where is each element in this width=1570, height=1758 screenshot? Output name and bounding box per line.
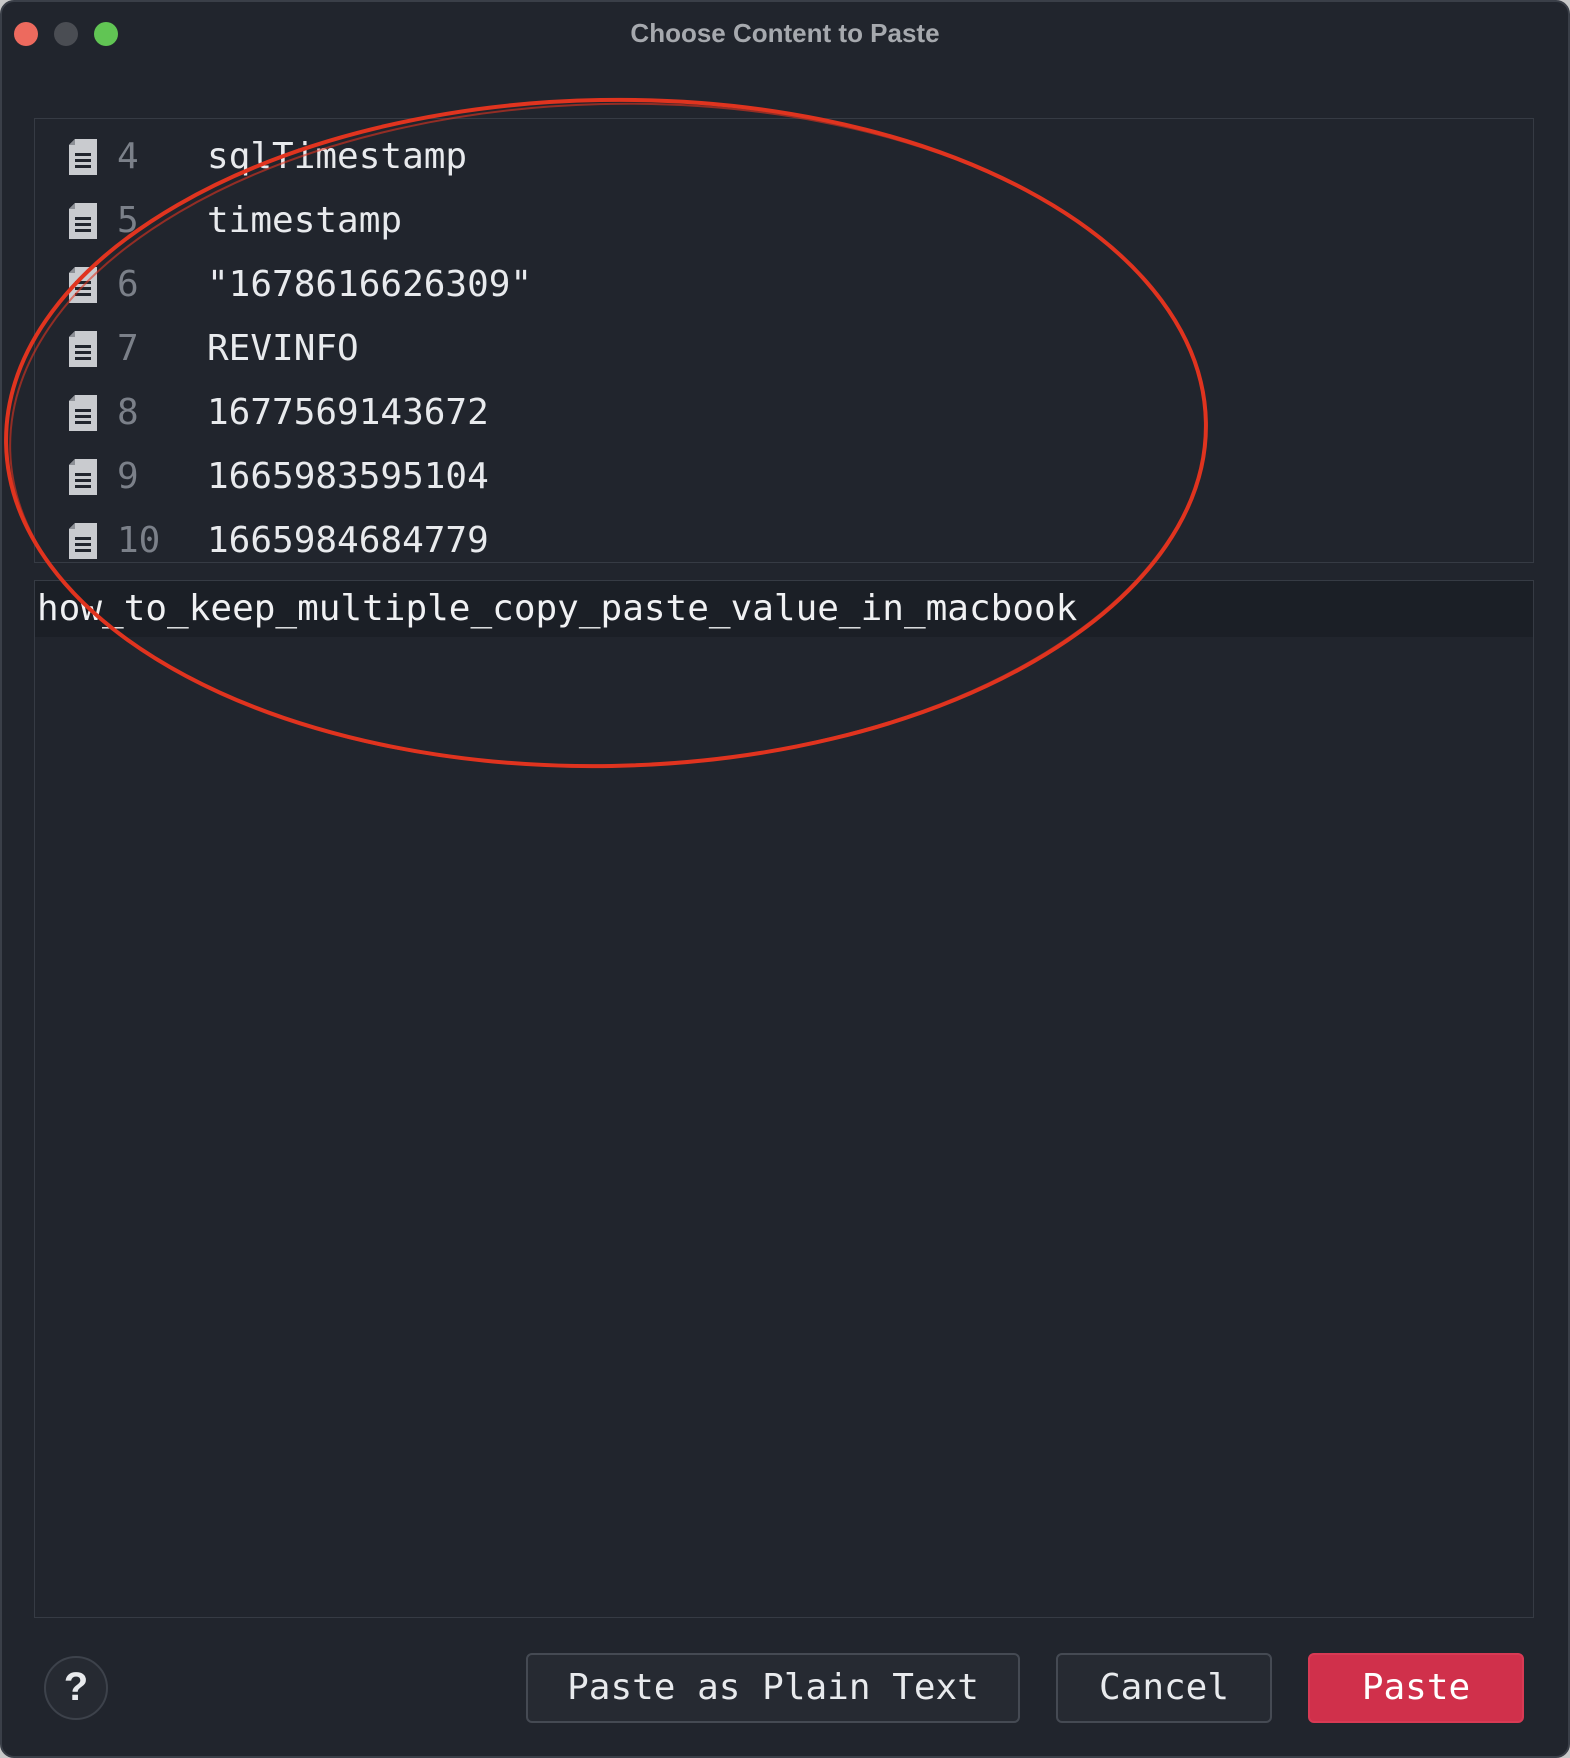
cancel-button[interactable]: Cancel <box>1056 1653 1272 1723</box>
item-number: 4 <box>117 136 139 177</box>
window-title: Choose Content to Paste <box>630 18 940 48</box>
paste-button[interactable]: Paste <box>1308 1653 1524 1723</box>
list-item[interactable]: 4 sqlTimestamp <box>35 123 1533 187</box>
list-item[interactable]: 8 1677569143672 <box>35 379 1533 443</box>
list-item[interactable]: 5 timestamp <box>35 187 1533 251</box>
paste-as-plain-text-button[interactable]: Paste as Plain Text <box>526 1653 1020 1723</box>
preview-pane: how_to_keep_multiple_copy_paste_value_in… <box>34 580 1534 1618</box>
list-item[interactable]: 6 "1678616626309" <box>35 251 1533 315</box>
document-icon <box>69 395 97 431</box>
list-item[interactable]: 7 REVINFO <box>35 315 1533 379</box>
item-text: REVINFO <box>207 328 359 369</box>
item-number: 8 <box>117 392 139 433</box>
list-item[interactable]: 9 1665983595104 <box>35 443 1533 507</box>
list-item[interactable]: 10 1665984684779 <box>35 507 1533 562</box>
document-icon <box>69 139 97 175</box>
document-icon <box>69 203 97 239</box>
item-text: timestamp <box>207 200 403 241</box>
item-number: 9 <box>117 456 139 497</box>
document-icon <box>69 459 97 495</box>
item-text: 1665984684779 <box>207 520 489 561</box>
document-icon <box>69 523 97 559</box>
document-icon <box>69 267 97 303</box>
item-text: 1677569143672 <box>207 392 489 433</box>
item-text: 1665983595104 <box>207 456 489 497</box>
preview-line: how_to_keep_multiple_copy_paste_value_in… <box>35 581 1533 637</box>
document-icon <box>69 331 97 367</box>
help-button[interactable]: ? <box>44 1656 108 1720</box>
item-number: 7 <box>117 328 139 369</box>
clipboard-history-list[interactable]: 4 sqlTimestamp 5 timestamp 6 "1678616626… <box>34 118 1534 563</box>
item-text: sqlTimestamp <box>207 136 468 177</box>
title-bar: Choose Content to Paste <box>2 2 1568 66</box>
item-text: "1678616626309" <box>207 264 533 305</box>
item-number: 5 <box>117 200 139 241</box>
paste-dialog-window: Choose Content to Paste 4 sqlTimestamp 5… <box>0 0 1570 1758</box>
preview-text: how_to_keep_multiple_copy_paste_value_in… <box>37 588 1078 629</box>
item-number: 10 <box>117 520 161 561</box>
item-number: 6 <box>117 264 139 305</box>
